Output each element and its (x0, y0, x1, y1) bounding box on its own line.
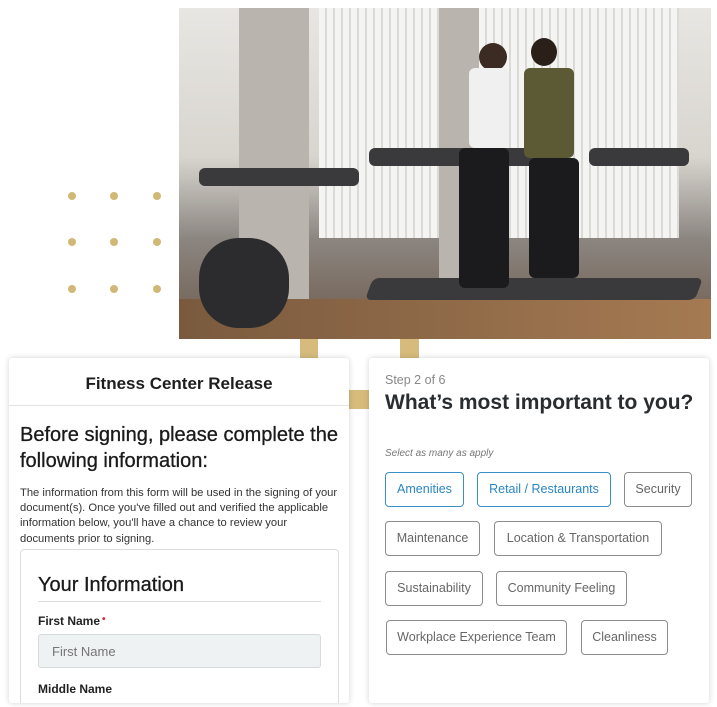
fitness-release-form-card: Fitness Center Release Before signing, p… (9, 358, 349, 703)
section-title: Your Information (38, 574, 321, 602)
option-community-feeling[interactable]: Community Feeling (496, 571, 627, 606)
connector-accent (349, 390, 369, 409)
dot (153, 192, 161, 200)
option-workplace-experience-team[interactable]: Workplace Experience Team (386, 620, 567, 655)
survey-hint: Select as many as apply (385, 448, 494, 459)
dot (110, 238, 118, 246)
dot (68, 285, 76, 293)
first-name-label: First Name • (38, 614, 321, 628)
your-information-section: Your Information First Name• Middle Name (20, 549, 339, 703)
first-name-label-text: First Name (38, 614, 101, 628)
option-cleanliness[interactable]: Cleanliness (581, 620, 668, 655)
dot (110, 192, 118, 200)
middle-name-label: Middle Name (38, 682, 113, 696)
dot (68, 192, 76, 200)
form-heading: Before signing, please complete the foll… (20, 424, 338, 472)
dot (68, 238, 76, 246)
dot (110, 285, 118, 293)
option-maintenance[interactable]: Maintenance (385, 521, 480, 556)
dot (153, 238, 161, 246)
first-name-input[interactable] (38, 634, 321, 668)
dot (153, 285, 161, 293)
option-sustainability[interactable]: Sustainability (385, 571, 483, 606)
option-amenities[interactable]: Amenities (385, 472, 464, 507)
option-retail-restaurants[interactable]: Retail / Restaurants (477, 472, 611, 507)
option-security[interactable]: Security (624, 472, 692, 507)
form-title: Fitness Center Release (9, 358, 349, 406)
form-description: The information from this form will be u… (20, 487, 338, 545)
connector-accent (300, 339, 318, 358)
step-indicator: Step 2 of 6 (385, 373, 446, 387)
survey-card: Step 2 of 6 What’s most important to you… (369, 358, 709, 703)
gym-photo (179, 8, 711, 339)
required-marker: • (102, 614, 106, 625)
option-location-transportation[interactable]: Location & Transportation (494, 521, 662, 556)
connector-accent (400, 339, 419, 358)
survey-question: What’s most important to you? (385, 391, 694, 414)
